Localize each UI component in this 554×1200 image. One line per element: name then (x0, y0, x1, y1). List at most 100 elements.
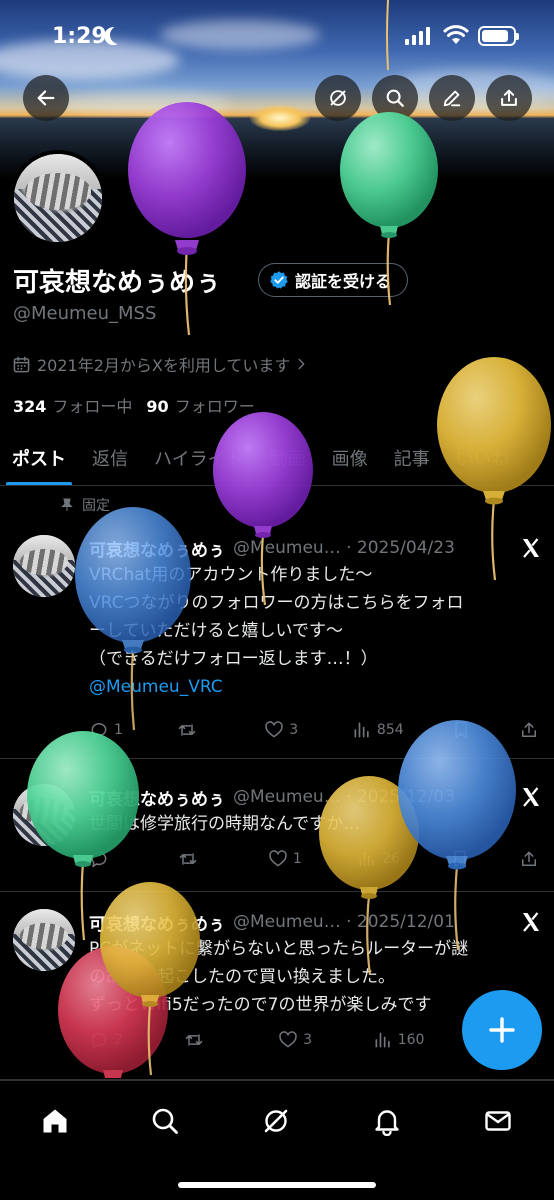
post-meta: @Meumeu… · 2025/12/01 (233, 912, 455, 932)
like-button[interactable]: 3 (264, 720, 304, 740)
share-icon[interactable] (519, 849, 539, 869)
reply-count: 2 (114, 1032, 123, 1048)
view-count: 26 (382, 851, 401, 867)
repost-icon (178, 724, 195, 736)
reply-button[interactable]: 1 (89, 720, 129, 740)
compose-post-button[interactable] (462, 990, 542, 1070)
reply-icon (91, 1033, 107, 1049)
post-text-line: （できるだけフォロー返します…！） (89, 649, 378, 669)
grok-icon (264, 1109, 288, 1133)
repost-button[interactable] (177, 720, 217, 740)
followers-link[interactable]: 90 フォロワー (146, 393, 254, 417)
reply-icon (91, 852, 107, 868)
edit-profile-button[interactable] (429, 75, 475, 121)
post-text: 世間は修学旅行の時期なんですか… (89, 810, 543, 838)
mail-icon (485, 1111, 511, 1131)
post-avatar[interactable] (13, 535, 75, 597)
post-text-line: VRChat用のアカウント作りました〜 (89, 565, 373, 585)
post-author-name[interactable]: 可哀想なめぅめぅ (89, 536, 225, 561)
grok-icon (330, 90, 346, 106)
battery-icon (478, 26, 519, 46)
wifi-icon (443, 25, 469, 44)
nav-notifications[interactable] (365, 1099, 409, 1143)
do-not-disturb-icon (107, 23, 130, 46)
repost-button[interactable] (184, 1030, 224, 1050)
post-author-name[interactable]: 可哀想なめぅめぅ (89, 785, 225, 810)
cat-photo (13, 909, 75, 971)
heart-icon (265, 721, 284, 738)
tab-videos[interactable]: 動画 (270, 430, 306, 485)
search-icon (386, 89, 404, 107)
banner-sun (250, 105, 310, 131)
pinned-label: 固定 (82, 498, 110, 514)
nav-messages[interactable] (476, 1099, 520, 1143)
like-button[interactable]: 1 (268, 849, 308, 869)
share-button[interactable] (486, 75, 532, 121)
view-count: 160 (397, 1032, 425, 1048)
nav-home[interactable] (33, 1099, 77, 1143)
chevron-right-icon (298, 358, 305, 370)
search-button[interactable] (372, 75, 418, 121)
post-item[interactable]: 可哀想なめぅめぅ @Meumeu… · 2025/12/03 世間は修学旅行の時… (0, 760, 554, 892)
home-icon (43, 1109, 67, 1133)
profile-avatar[interactable] (10, 150, 106, 246)
heart-icon (279, 1031, 297, 1048)
bookmark-icon[interactable] (451, 720, 471, 740)
reply-icon (91, 723, 107, 739)
get-verified-button[interactable]: 認証を受ける (258, 263, 409, 297)
cat-photo (13, 784, 75, 846)
mention-link[interactable]: @Meumeu_VRC (89, 673, 543, 701)
joined-date[interactable]: 2021年2月からXを利用しています (13, 352, 306, 376)
banner-cloud (60, 90, 230, 116)
post-meta: @Meumeu… · 2025/04/23 (233, 538, 455, 558)
like-button[interactable]: 3 (278, 1030, 318, 1050)
bookmark-icon[interactable] (450, 849, 470, 869)
tab-replies[interactable]: 返信 (92, 430, 128, 485)
grok-button[interactable] (315, 75, 361, 121)
nav-search[interactable] (143, 1099, 187, 1143)
tab-posts[interactable]: ポスト (6, 430, 72, 485)
tab-likes[interactable]: いいね (456, 430, 510, 485)
profile-tabs: ポスト 返信 ハイライト 動画 画像 記事 いいね (0, 430, 554, 486)
tab-articles[interactable]: 記事 (394, 430, 430, 485)
cat-photo (14, 154, 102, 242)
post-avatar[interactable] (13, 784, 75, 846)
post-text-line: VRCつながりのフォロワーの方はこちらをフォロ (89, 593, 464, 613)
share-icon (501, 89, 517, 106)
pinned-indicator: 固定 (60, 495, 110, 515)
tab-images[interactable]: 画像 (332, 430, 368, 485)
post-text-line: の故障を起こしたので買い換えました。 (89, 967, 395, 987)
post-author-name[interactable]: 可哀想なめぅめぅ (89, 910, 225, 935)
nav-grok[interactable] (254, 1099, 298, 1143)
profile-handle: @Meumeu_MSS (13, 303, 157, 324)
pencil-icon (443, 90, 461, 107)
views-button[interactable]: 26 (357, 849, 400, 869)
post-avatar[interactable] (13, 909, 75, 971)
display-name: 可哀想なめぅめぅ (13, 268, 222, 298)
view-count: 854 (376, 722, 404, 738)
share-icon[interactable] (519, 720, 539, 740)
like-count: 3 (303, 1032, 313, 1048)
repost-button[interactable] (178, 849, 218, 869)
post-text-line: 世間は修学旅行の時期なんですか… (89, 814, 361, 834)
post-item[interactable]: 固定 可哀想なめぅめぅ @Meumeu… · 2025/04/23 VRChat… (0, 487, 554, 759)
tab-highlights[interactable]: ハイライト (154, 430, 244, 485)
pin-icon (61, 498, 73, 511)
reply-button[interactable] (89, 849, 129, 869)
followers-label: フォロワー (174, 397, 255, 416)
cat-photo (13, 535, 75, 597)
views-button[interactable]: 160 (373, 1030, 425, 1050)
status-bar: 1:29 (0, 0, 554, 74)
x-logo-icon (523, 538, 539, 558)
arrow-left-icon (37, 90, 55, 106)
back-button[interactable] (23, 75, 69, 121)
status-time: 1:29 (52, 24, 107, 49)
verified-badge-icon (270, 271, 288, 289)
x-logo-icon (523, 787, 539, 807)
reply-button[interactable]: 2 (89, 1030, 129, 1050)
following-link[interactable]: 324 フォロー中 (13, 393, 132, 417)
views-button[interactable]: 854 (352, 720, 404, 740)
analytics-icon (375, 1032, 390, 1048)
following-count: 324 (13, 397, 47, 416)
get-verified-label: 認証を受ける (295, 272, 392, 291)
